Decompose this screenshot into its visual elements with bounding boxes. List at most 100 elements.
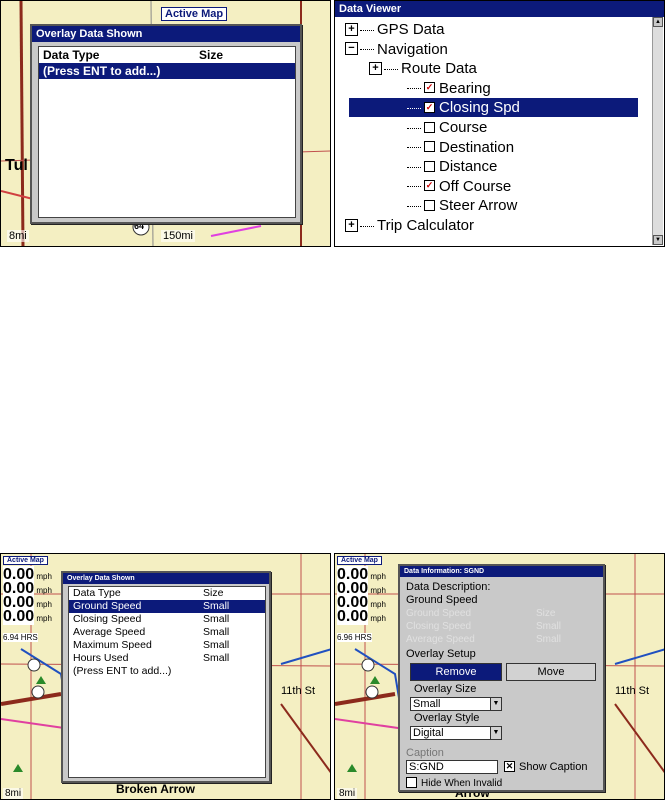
row-type: Average Speed bbox=[73, 626, 146, 638]
tree-connector bbox=[407, 127, 421, 129]
scroll-up-icon[interactable]: ▲ bbox=[653, 17, 663, 27]
tree-item-content: ✓ Bearing bbox=[407, 79, 491, 98]
tree-item-content: ✓ Closing Spd bbox=[407, 98, 520, 117]
tree-connector bbox=[384, 68, 398, 70]
row-size: Small bbox=[203, 639, 230, 651]
expand-plus-icon[interactable]: + bbox=[345, 22, 358, 36]
checkbox-checked-icon[interactable]: ✕ bbox=[504, 760, 515, 772]
list-item[interactable]: (Press ENT to add...) bbox=[69, 665, 265, 678]
tree-item[interactable]: ✓ Closing Spd bbox=[349, 98, 638, 118]
speed-overlay: 0.00 mph 0.00 mph 0.00 mph 0.00 mph bbox=[337, 566, 386, 625]
show-caption-checkbox[interactable]: ✕ Show Caption bbox=[504, 760, 588, 773]
ghost-row-size: Size bbox=[536, 608, 556, 619]
row-type: Ground Speed bbox=[73, 600, 142, 612]
street-label: 11th St bbox=[281, 685, 316, 697]
tree-connector bbox=[360, 29, 374, 31]
street-label: 11th St bbox=[615, 685, 650, 697]
overlay-size-value: Small bbox=[413, 698, 441, 710]
row-size: Small bbox=[203, 626, 230, 638]
tree-connector bbox=[360, 49, 374, 51]
data-viewer-tree: + GPS Data − Navigation + Route Data ✓ Bearing ✓… bbox=[335, 18, 652, 246]
tree-item-label: GPS Data bbox=[377, 21, 445, 38]
speed-unit: mph bbox=[36, 586, 52, 595]
tree-item-label: Destination bbox=[439, 138, 515, 156]
remove-button[interactable]: Remove bbox=[410, 663, 502, 681]
scale-left: 8mi bbox=[7, 230, 29, 242]
tree-connector bbox=[407, 107, 421, 109]
row-type: Hours Used bbox=[73, 652, 129, 664]
hours-readout: 6.94 HRS bbox=[3, 633, 38, 642]
overlay-data-list[interactable]: Data Type Size (Press ENT to add...) bbox=[38, 46, 296, 218]
scale-right: 150mi bbox=[161, 230, 195, 242]
ghost-row-type: Ground Speed bbox=[406, 608, 472, 619]
tree-item-content: Course bbox=[407, 118, 487, 137]
overlay-data-dialog: Overlay Data Shown Data Type Size (Press… bbox=[30, 24, 302, 224]
tree-item-label: Distance bbox=[439, 158, 498, 176]
checkbox-empty-icon[interactable] bbox=[406, 777, 417, 788]
hide-when-invalid-checkbox[interactable]: Hide When Invalid bbox=[406, 777, 503, 790]
list-header: Data Type Size bbox=[69, 587, 265, 600]
data-viewer-title: Data Viewer bbox=[335, 1, 664, 17]
ghost-row-size: Small bbox=[536, 634, 562, 645]
tree-item-content: + Route Data bbox=[369, 59, 477, 78]
hours-readout: 6.96 HRS bbox=[337, 633, 372, 642]
caption-value: S:GND bbox=[409, 761, 444, 773]
list-item-press-ent[interactable]: (Press ENT to add...) bbox=[39, 63, 295, 79]
caption-input[interactable]: S:GND bbox=[406, 760, 498, 774]
checkbox-checked-icon[interactable]: ✓ bbox=[424, 101, 435, 113]
tree-item-content: Distance bbox=[407, 157, 497, 176]
tree-item-content: Steer Arrow bbox=[407, 196, 517, 215]
speed-unit: mph bbox=[370, 614, 386, 623]
tree-item-content: ✓ Off Course bbox=[407, 177, 511, 196]
overlay-size-select[interactable]: Small ▼ bbox=[410, 697, 502, 711]
city-label: Tul bbox=[5, 157, 28, 174]
panel-overlay-populated: Active Map 0.00 mph 0.00 mph 0.00 mph 0.… bbox=[0, 553, 331, 800]
overlay-data-list[interactable]: Data Type Size Ground Speed Small Closing … bbox=[68, 586, 266, 778]
tree-item-content: Destination bbox=[407, 138, 514, 157]
list-item[interactable]: Closing Speed Small bbox=[69, 613, 265, 626]
panel-data-viewer: Data Viewer + GPS Data − Navigation + Route D… bbox=[334, 0, 665, 247]
panel-overlay-empty: Active Map Tul 64 8mi 150mi Overlay Data… bbox=[0, 0, 331, 247]
expand-plus-icon[interactable]: + bbox=[369, 61, 382, 75]
show-caption-label: Show Caption bbox=[519, 761, 588, 773]
overlay-style-select[interactable]: Digital ▼ bbox=[410, 726, 502, 740]
move-button[interactable]: Move bbox=[506, 663, 596, 681]
overlay-setup-label: Overlay Setup bbox=[406, 648, 476, 660]
checkbox-checked-icon[interactable]: ✓ bbox=[424, 180, 435, 192]
checkbox-empty-icon[interactable] bbox=[424, 141, 435, 153]
tree-connector bbox=[407, 147, 421, 149]
place-label: Broken Arrow bbox=[116, 782, 195, 796]
scale-left: 8mi bbox=[337, 788, 358, 799]
active-map-label: Active Map bbox=[3, 556, 48, 565]
expand-plus-icon[interactable]: + bbox=[345, 218, 358, 232]
row-size: Small bbox=[203, 613, 230, 625]
chevron-down-icon[interactable]: ▼ bbox=[490, 698, 501, 710]
list-item[interactable]: Average Speed Small bbox=[69, 626, 265, 639]
list-item[interactable]: Ground Speed Small bbox=[69, 600, 265, 613]
list-item[interactable]: Hours Used Small bbox=[69, 652, 265, 665]
ghost-row-type: Closing Speed bbox=[406, 621, 472, 632]
col-type-header: Data Type bbox=[43, 48, 100, 62]
tree-item-label: Navigation bbox=[377, 40, 448, 58]
data-information-dialog: Data Information: SGND Data Description:… bbox=[398, 564, 605, 792]
checkbox-empty-icon[interactable] bbox=[424, 160, 435, 172]
chevron-down-icon[interactable]: ▼ bbox=[490, 727, 501, 739]
checkbox-empty-icon[interactable] bbox=[424, 199, 435, 211]
collapse-minus-icon[interactable]: − bbox=[345, 42, 358, 56]
tree-item-label: Steer Arrow bbox=[439, 197, 518, 215]
checkbox-empty-icon[interactable] bbox=[424, 121, 435, 133]
hide-when-invalid-label: Hide When Invalid bbox=[421, 778, 503, 790]
tree-scrollbar[interactable]: ▲ ▼ bbox=[652, 17, 663, 245]
row-type: Closing Speed bbox=[73, 613, 142, 625]
row-size: Small bbox=[203, 652, 230, 664]
ghost-row-type: Average Speed bbox=[406, 634, 475, 645]
list-item[interactable]: Maximum Speed Small bbox=[69, 639, 265, 652]
checkbox-checked-icon[interactable]: ✓ bbox=[424, 82, 435, 94]
active-map-label: Active Map bbox=[161, 7, 228, 21]
scroll-down-icon[interactable]: ▼ bbox=[653, 235, 663, 245]
ghost-rows: Ground Speed Size Closing Speed Small Averag… bbox=[406, 607, 596, 646]
description-label: Data Description: bbox=[406, 581, 491, 593]
overlay-rows: Ground Speed Small Closing Speed Small Avera… bbox=[69, 600, 265, 678]
overlay-data-dialog: Overlay Data Shown Data Type Size Ground… bbox=[61, 571, 271, 783]
ghost-row-size: Small bbox=[536, 621, 562, 632]
